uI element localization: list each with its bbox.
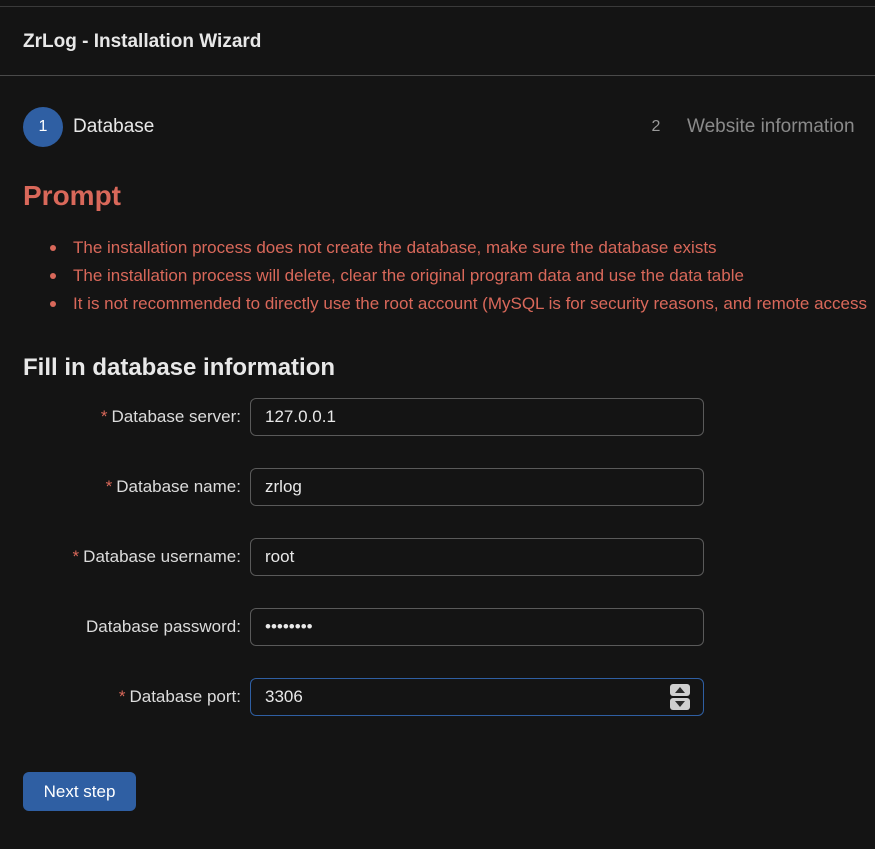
next-step-button[interactable]: Next step	[23, 772, 136, 811]
database-password-row: Database password:	[0, 608, 875, 646]
step-1-label: Database	[73, 116, 155, 137]
required-mark: *	[100, 407, 108, 426]
label-colon: :	[236, 477, 241, 496]
bullet-icon	[50, 245, 56, 251]
chevron-down-icon	[675, 701, 685, 707]
installation-wizard-page: ZrLog - Installation Wizard 1 Database 2…	[0, 0, 875, 849]
prompt-item: The installation process will delete, cl…	[50, 265, 875, 293]
prompt-item-text: The installation process does not create…	[73, 238, 717, 257]
header: ZrLog - Installation Wizard	[0, 7, 875, 76]
database-password-input[interactable]	[250, 608, 704, 646]
step-2-indicator: 2	[651, 118, 661, 135]
app-title: ZrLog - Installation Wizard	[23, 31, 262, 52]
prompt-item-text: The installation process will delete, cl…	[73, 266, 744, 285]
form-section-title: Fill in database information	[23, 354, 336, 381]
chevron-up-icon	[675, 687, 685, 693]
database-password-label-text: Database password	[86, 617, 237, 636]
bullet-icon	[50, 301, 56, 307]
label-colon: :	[236, 687, 241, 706]
label-colon: :	[236, 617, 241, 636]
prompt-title: Prompt	[23, 180, 121, 211]
increment-button[interactable]	[670, 684, 690, 696]
database-name-label: * Database name:	[106, 468, 241, 506]
database-port-input[interactable]	[250, 678, 704, 716]
label-colon: :	[236, 547, 241, 566]
database-username-label-text: Database username	[83, 547, 237, 566]
prompt-list: The installation process does not create…	[50, 237, 875, 321]
step-database: 1 Database	[23, 107, 154, 147]
database-name-row: * Database name:	[0, 468, 875, 506]
database-server-row: * Database server:	[0, 398, 875, 436]
database-port-label: * Database port:	[119, 678, 241, 716]
database-name-label-text: Database name	[116, 477, 237, 496]
database-port-row: * Database port:	[0, 678, 875, 716]
step-1-indicator: 1	[23, 107, 63, 147]
database-server-input[interactable]	[250, 398, 704, 436]
database-username-row: * Database username:	[0, 538, 875, 576]
bullet-icon	[50, 273, 56, 279]
database-username-input[interactable]	[250, 538, 704, 576]
database-server-label-text: Database server	[111, 407, 237, 426]
required-mark: *	[105, 477, 113, 496]
required-mark: *	[72, 547, 80, 566]
database-username-label: * Database username:	[73, 538, 241, 576]
database-port-label-text: Database port	[129, 687, 237, 706]
prompt-item-text: It is not recommended to directly use th…	[73, 294, 867, 313]
port-stepper[interactable]	[670, 684, 690, 710]
database-password-label: Database password:	[86, 608, 241, 646]
step-2-label: Website information	[687, 116, 855, 137]
database-name-input[interactable]	[250, 468, 704, 506]
step-website-information: 2 Website information	[636, 107, 855, 147]
decrement-button[interactable]	[670, 698, 690, 710]
required-mark: *	[118, 687, 126, 706]
prompt-item: The installation process does not create…	[50, 237, 875, 265]
prompt-item: It is not recommended to directly use th…	[50, 293, 875, 321]
label-colon: :	[236, 407, 241, 426]
database-server-label: * Database server:	[101, 398, 241, 436]
